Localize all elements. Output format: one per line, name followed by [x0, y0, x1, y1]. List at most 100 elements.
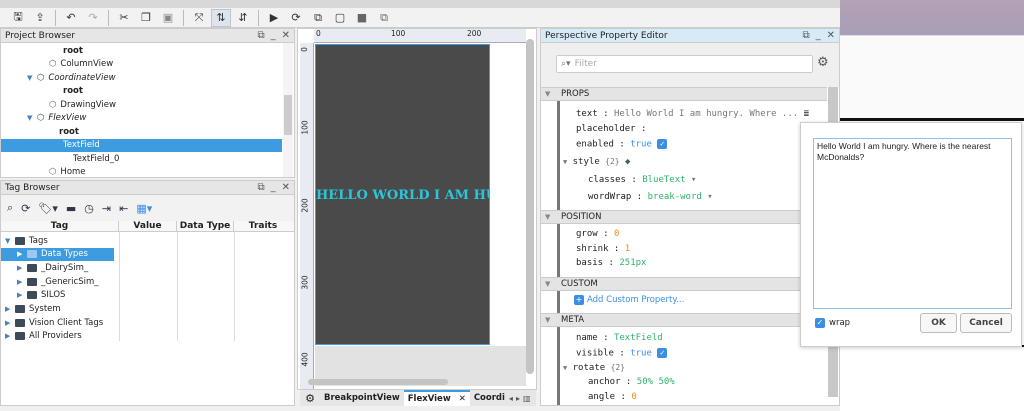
enabled-checkbox[interactable]: ✓: [657, 139, 668, 149]
project-tree-item[interactable]: TextField: [1, 138, 282, 152]
minimize-icon[interactable]: _: [816, 30, 821, 41]
expand-arrow-icon[interactable]: ▶: [5, 332, 15, 340]
section-props[interactable]: ▼ PROPS: [541, 87, 827, 101]
export-icon[interactable]: ⇤: [119, 202, 128, 215]
tag-tree-item[interactable]: ▶ _GenericSim_: [1, 275, 294, 288]
prop-grow[interactable]: grow : 0: [576, 229, 619, 239]
project-tree-item[interactable]: ⬡ Home: [1, 166, 282, 177]
prop-shrink[interactable]: shrink : 1: [576, 244, 630, 254]
expand-arrow-icon[interactable]: ▶: [17, 278, 27, 286]
filter-input[interactable]: ⌕▾ Filter: [556, 55, 813, 73]
redo-icon[interactable]: ↷: [83, 9, 103, 27]
prop-name[interactable]: name : TextField: [576, 333, 663, 343]
close-icon[interactable]: ✕: [282, 182, 290, 193]
tag-tree-item[interactable]: ▶ System: [1, 303, 294, 316]
gear-icon[interactable]: ⚙: [817, 55, 829, 70]
expand-arrow-icon[interactable]: ▼: [5, 237, 15, 245]
tag-tree-item[interactable]: ▶ _DairySim_: [1, 261, 294, 274]
project-tree-item[interactable]: root: [1, 44, 282, 57]
splitter[interactable]: [557, 87, 560, 405]
project-tree-item[interactable]: root: [1, 85, 282, 98]
prop-classes[interactable]: classes : BlueText ▾: [588, 175, 696, 185]
minimize-icon[interactable]: _: [271, 30, 276, 41]
expand-arrow-icon[interactable]: ▶: [17, 250, 27, 258]
tab-scroll-icon[interactable]: ◂▸▥: [509, 394, 534, 403]
prop-angle[interactable]: angle : 0: [588, 392, 637, 402]
expand-arrow-icon[interactable]: ▶: [17, 264, 27, 272]
layer-back-icon[interactable]: ■: [352, 9, 372, 27]
minimize-icon[interactable]: _: [271, 182, 276, 193]
prop-rotate[interactable]: ▼ rotate {2}: [563, 363, 625, 373]
add-custom-property-button[interactable]: + Add Custom Property...: [574, 295, 684, 305]
add-tag-icon[interactable]: 🏷▾: [38, 202, 58, 215]
close-icon[interactable]: ✕: [827, 30, 835, 41]
grid-view-icon[interactable]: ▦▾: [136, 202, 152, 215]
flex-view-root[interactable]: HELLO WORLD I AM HUN: [315, 44, 490, 345]
section-meta[interactable]: ▼ META: [541, 313, 827, 327]
expand-arrow-icon[interactable]: ▼: [27, 114, 37, 122]
flex-direction-row-icon[interactable]: ⇵: [233, 9, 253, 27]
float-icon[interactable]: ⧉: [802, 30, 809, 41]
expand-arrow-icon[interactable]: ▼: [27, 74, 37, 82]
section-position[interactable]: ▼ POSITION: [541, 210, 827, 224]
timer-icon[interactable]: ◷: [84, 202, 94, 215]
column-header-value[interactable]: Value: [119, 221, 177, 231]
horizontal-scrollbar[interactable]: [308, 379, 448, 385]
expand-arrow-icon[interactable]: ▶: [5, 319, 15, 327]
ok-button[interactable]: OK: [920, 313, 957, 333]
text-field-component[interactable]: HELLO WORLD I AM HUN: [316, 188, 489, 203]
column-header-traits[interactable]: Traits: [234, 221, 292, 231]
float-icon[interactable]: ⧉: [257, 182, 264, 193]
tag-tree-item[interactable]: ▶ SILOS: [1, 289, 294, 302]
scrollbar[interactable]: [283, 43, 293, 177]
tab-flexview[interactable]: FlexView ✕: [403, 390, 470, 406]
column-header-data-type[interactable]: Data Type: [177, 221, 234, 231]
text-value-textarea[interactable]: Hello World I am hungry. Where is the ne…: [813, 138, 1012, 309]
tag-tree-item[interactable]: ▼ Tags: [1, 234, 294, 247]
tag-tree-item[interactable]: ▶ Vision Client Tags: [1, 316, 294, 329]
project-tree-item[interactable]: ⬡ DrawingView: [1, 98, 282, 111]
project-tree-item[interactable]: ▼ ⬡ FlexView: [1, 112, 282, 125]
text-editor-icon[interactable]: ≣: [804, 109, 809, 119]
column-header-tag[interactable]: Tag: [1, 221, 119, 231]
float-icon[interactable]: ⧉: [257, 30, 264, 41]
prop-anchor[interactable]: anchor : 50% 50%: [588, 377, 675, 387]
tab-breakpointview[interactable]: BreakpointView: [320, 393, 404, 403]
project-tree-item[interactable]: ▼ ⬡ CoordinateView: [1, 71, 282, 84]
expand-arrow-icon[interactable]: ▶: [17, 291, 27, 299]
close-icon[interactable]: ✕: [282, 30, 290, 41]
tag-tree-item[interactable]: ▶ All Providers: [1, 330, 294, 343]
prop-visible[interactable]: visible : true ✓: [576, 348, 668, 359]
expand-arrow-icon[interactable]: ▶: [5, 305, 15, 313]
prop-text[interactable]: text : Hello World I am hungry. Where ..…: [576, 109, 809, 119]
flex-direction-column-icon[interactable]: ⇅: [211, 8, 231, 27]
layer-group-icon[interactable]: ⧉: [374, 9, 394, 27]
save-icon[interactable]: 🖫: [8, 9, 28, 27]
drive-icon[interactable]: ▬: [66, 202, 76, 215]
prop-style[interactable]: ▼ style {2} ◆: [563, 157, 630, 167]
disconnect-icon[interactable]: ⤧: [189, 9, 209, 27]
project-tree-item[interactable]: ⬡ ColumnView: [1, 58, 282, 71]
layer-front-icon[interactable]: ▢: [330, 9, 350, 27]
cut-icon[interactable]: ✂: [114, 9, 134, 27]
section-custom[interactable]: ▼ CUSTOM: [541, 277, 827, 291]
wrap-checkbox[interactable]: ✓ wrap: [815, 318, 850, 328]
prop-wordwrap[interactable]: wordWrap : break-word ▾: [588, 192, 713, 202]
close-tab-icon[interactable]: ✕: [459, 394, 466, 404]
tab-coordinateview[interactable]: Coordi: [470, 393, 509, 403]
search-icon[interactable]: ⌕: [7, 201, 13, 215]
refresh-icon[interactable]: ⟳: [21, 202, 30, 215]
gear-icon[interactable]: ⚙: [300, 392, 320, 405]
prop-placeholder[interactable]: placeholder :: [576, 124, 646, 134]
style-icon[interactable]: ◆: [625, 157, 630, 167]
tag-tree-item[interactable]: ▶ Data Types: [1, 247, 114, 261]
project-tree-item[interactable]: TextField_0: [1, 152, 282, 165]
publish-icon[interactable]: ⇪: [30, 9, 50, 27]
vertical-scrollbar[interactable]: [526, 31, 534, 376]
cancel-button[interactable]: Cancel: [960, 313, 1012, 333]
prop-basis[interactable]: basis : 251px: [576, 258, 646, 268]
copy-icon[interactable]: ❐: [136, 9, 156, 27]
paste-icon[interactable]: ▣: [158, 9, 178, 27]
project-tree-item[interactable]: root: [1, 125, 282, 138]
layer-icon[interactable]: ⧉: [308, 9, 328, 27]
